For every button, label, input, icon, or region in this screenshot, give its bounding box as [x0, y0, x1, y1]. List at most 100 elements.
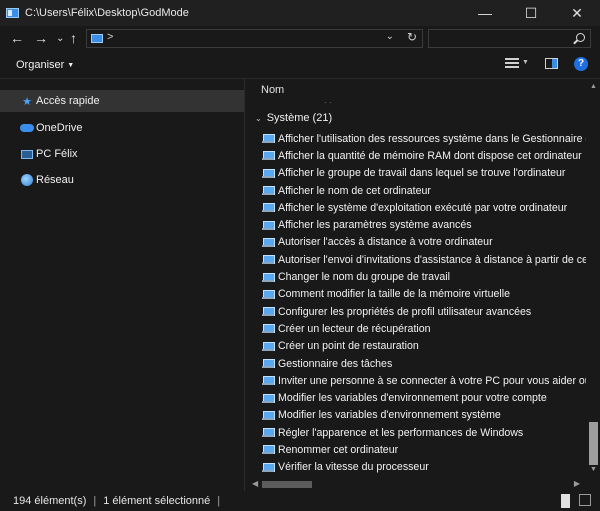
control-panel-item-icon [262, 341, 275, 352]
cloud-icon [20, 121, 34, 135]
list-item[interactable]: Afficher la quantité de mémoire RAM dont… [262, 147, 592, 164]
organise-label: Organiser [16, 59, 65, 71]
address-input[interactable]: > ⌄ ↻ [86, 29, 423, 48]
control-panel-item-icon [262, 133, 275, 144]
list-item[interactable]: Changer le nom du groupe de travail [262, 268, 592, 285]
selection-count: 1 élément sélectionné [103, 495, 211, 507]
list-item-label: Modifier les variables d'environnement s… [278, 409, 501, 422]
list-item-label: Configurer les propriétés de profil util… [278, 305, 532, 318]
organise-button[interactable]: Organiser ▼ [16, 59, 74, 71]
control-panel-item-icon [262, 220, 275, 231]
list-item[interactable]: Créer un lecteur de récupération [262, 320, 592, 337]
list-item[interactable]: Afficher le nom de cet ordinateur [262, 182, 592, 199]
refresh-button[interactable]: ↻ [407, 30, 417, 44]
vertical-scrollbar[interactable]: ▲ ▼ [586, 79, 600, 477]
status-divider: | [217, 495, 221, 507]
list-item[interactable]: Modifier les variables d'environnement s… [262, 407, 592, 424]
scroll-right-icon[interactable]: ▶ [574, 479, 580, 488]
forward-button[interactable]: → [34, 30, 48, 46]
recent-locations-button[interactable]: ⌄ [56, 31, 64, 47]
up-button[interactable]: ↑ [70, 30, 77, 46]
list-item[interactable]: Comment modifier la taille de la mémoire… [262, 286, 592, 303]
list-item[interactable]: Configurer les propriétés de profil util… [262, 303, 592, 320]
status-divider: | [93, 495, 97, 507]
list-item-label: Autoriser l'accès à distance à votre ord… [278, 236, 493, 249]
list-item-label: Changer le nom du groupe de travail [278, 271, 450, 284]
sidebar-item-network[interactable]: Réseau [0, 169, 244, 191]
list-item[interactable]: Vérifier la vitesse du processeur [262, 459, 592, 476]
scroll-down-icon[interactable]: ▼ [590, 466, 597, 473]
control-panel-item-icon [262, 358, 275, 369]
list-item[interactable]: Autoriser l'accès à distance à votre ord… [262, 234, 592, 251]
list-item-label: Afficher l'utilisation des ressources sy… [278, 132, 600, 145]
horizontal-scrollbar[interactable]: ◀ ▶ [246, 477, 586, 491]
search-input[interactable] [428, 29, 591, 48]
scrollbar-thumb[interactable] [589, 422, 598, 465]
scrollbar-thumb[interactable] [262, 481, 312, 488]
list-item[interactable]: Afficher les paramètres système avancés [262, 216, 592, 233]
address-dropdown-button[interactable]: ⌄ [386, 31, 394, 42]
list-item[interactable]: Renommer cet ordinateur [262, 441, 592, 458]
control-panel-item-icon [262, 323, 275, 334]
control-panel-item-icon [262, 393, 275, 404]
list-item-label: Modifier les variables d'environnement p… [278, 392, 547, 405]
list-item[interactable]: Afficher le groupe de travail dans leque… [262, 165, 592, 182]
control-panel-item-icon [262, 272, 275, 283]
list-item[interactable]: Inviter une personne à se connecter à vo… [262, 372, 600, 389]
list-item[interactable]: Créer un point de restauration [262, 338, 592, 355]
column-header-name[interactable]: Nom [261, 84, 284, 96]
title-bar: C:\Users\Félix\Desktop\GodMode — ☐ ✕ [0, 0, 600, 26]
minimize-button[interactable]: — [462, 0, 508, 26]
list-item[interactable]: Modifier les variables d'environnement p… [262, 389, 592, 406]
group-label: Système (21) [266, 112, 333, 124]
back-button[interactable]: ← [10, 30, 24, 46]
star-icon: ★ [22, 95, 32, 108]
chevron-down-icon: ⌄ [255, 113, 262, 123]
scroll-left-icon[interactable]: ◀ [252, 479, 258, 488]
close-button[interactable]: ✕ [554, 0, 600, 26]
window-title: C:\Users\Félix\Desktop\GodMode [25, 7, 189, 19]
list-item-label: Comment modifier la taille de la mémoire… [278, 288, 510, 301]
list-item[interactable]: Régler l'apparence et les performances d… [262, 424, 592, 441]
list-item-label: Gestionnaire des tâches [278, 357, 393, 370]
control-panel-item-icon [262, 202, 275, 213]
list-item-label: Afficher le groupe de travail dans leque… [278, 167, 566, 180]
list-item-label: Afficher les paramètres système avancés [278, 219, 472, 232]
list-item[interactable]: Autoriser l'envoi d'invitations d'assist… [262, 251, 600, 268]
help-icon[interactable]: ? [574, 57, 588, 71]
list-item[interactable]: Gestionnaire des tâches [262, 355, 592, 372]
list-item-label: Créer un lecteur de récupération [278, 322, 431, 335]
window-controls: — ☐ ✕ [462, 0, 600, 26]
maximize-button[interactable]: ☐ [508, 0, 554, 26]
sidebar-item-label: Réseau [36, 174, 74, 186]
folder-icon [6, 8, 19, 18]
list-item-label: Autoriser l'envoi d'invitations d'assist… [278, 253, 600, 266]
sidebar-item-quick-access[interactable]: ★ Accès rapide [0, 90, 244, 112]
scroll-up-icon[interactable]: ▲ [590, 83, 597, 90]
list-item-label: Inviter une personne à se connecter à vo… [278, 374, 600, 387]
sidebar-item-this-pc[interactable]: PC Félix [0, 143, 244, 165]
list-item-label: Afficher le nom de cet ordinateur [278, 184, 431, 197]
details-view-icon[interactable] [561, 494, 570, 508]
list-item-label: Créer un point de restauration [278, 340, 419, 353]
folder-icon [91, 34, 103, 43]
control-panel-item-icon [262, 427, 275, 438]
search-icon[interactable] [576, 33, 585, 42]
sidebar-item-onedrive[interactable]: OneDrive [0, 117, 244, 139]
large-icons-view-icon[interactable] [579, 494, 591, 506]
sidebar-item-label: PC Félix [36, 148, 78, 160]
breadcrumb-separator[interactable]: > [107, 31, 113, 43]
control-panel-item-icon [262, 306, 275, 317]
list-item-label: Afficher le système d'exploitation exécu… [278, 201, 568, 214]
sidebar-item-label: OneDrive [36, 122, 83, 134]
preview-pane-icon[interactable] [545, 58, 558, 69]
list-item[interactable]: Afficher le système d'exploitation exécu… [262, 199, 592, 216]
group-header-system[interactable]: ⌄ Système (21) [255, 112, 332, 124]
column-header-dots: . . [324, 95, 332, 105]
control-panel-item-icon [262, 444, 275, 455]
view-options-icon[interactable] [505, 58, 519, 71]
list-item[interactable]: Afficher l'utilisation des ressources sy… [262, 130, 600, 147]
control-panel-item-icon [262, 150, 275, 161]
file-list: Nom . . ⌄ Système (21) Afficher l'utilis… [246, 79, 600, 491]
chevron-down-icon[interactable]: ▼ [522, 59, 529, 66]
